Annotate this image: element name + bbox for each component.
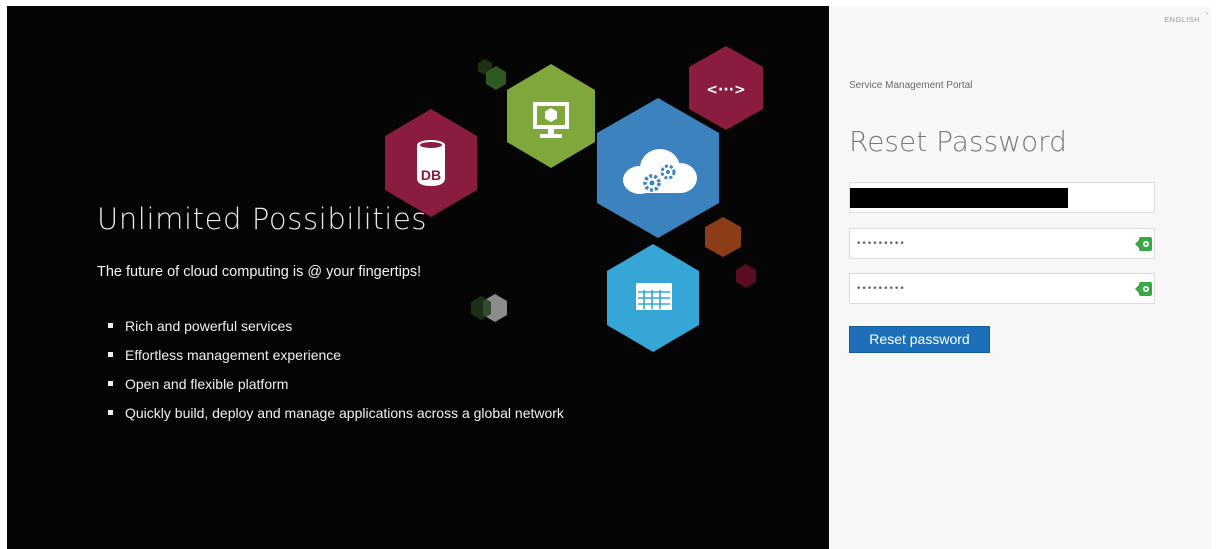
hero-title: Unlimited Possibilities	[97, 202, 428, 236]
cloud-settings-tile	[597, 98, 719, 238]
portal-name: Service Management Portal	[849, 80, 973, 91]
code-icon: <···>	[706, 82, 745, 98]
reset-password-button[interactable]: Reset password	[849, 326, 990, 353]
code-tile: <···>	[689, 46, 763, 130]
monitor-tile	[507, 64, 595, 168]
database-label: DB	[421, 167, 441, 183]
table-icon	[636, 283, 672, 310]
hero-subtitle: The future of cloud computing is @ your …	[97, 264, 422, 280]
feature-item: Effortless management experience	[105, 345, 564, 374]
feature-item: Quickly build, deploy and manage applica…	[105, 403, 564, 432]
new-password-field[interactable]	[849, 228, 1155, 259]
redacted-username	[850, 188, 1068, 208]
reset-password-panel: ENGLISH ˅ Service Management Portal Rese…	[829, 6, 1211, 549]
confirm-password-field[interactable]	[849, 273, 1155, 304]
chevron-down-icon[interactable]: ˅	[1205, 12, 1209, 21]
hero-banner: DB <···> Unlimited Possibilities The fut…	[7, 6, 829, 549]
language-selector[interactable]: ENGLISH	[1164, 15, 1200, 24]
database-tile: DB	[385, 109, 477, 217]
decorative-hexagon	[736, 264, 756, 288]
feature-list: Rich and powerful services Effortless ma…	[105, 316, 564, 432]
table-tile	[607, 244, 699, 352]
decorative-hexagon	[705, 217, 741, 257]
password-key-icon[interactable]	[1135, 280, 1153, 298]
page-title: Reset Password	[849, 125, 1067, 158]
password-key-icon[interactable]	[1135, 235, 1153, 253]
feature-item: Rich and powerful services	[105, 316, 564, 345]
feature-item: Open and flexible platform	[105, 374, 564, 403]
